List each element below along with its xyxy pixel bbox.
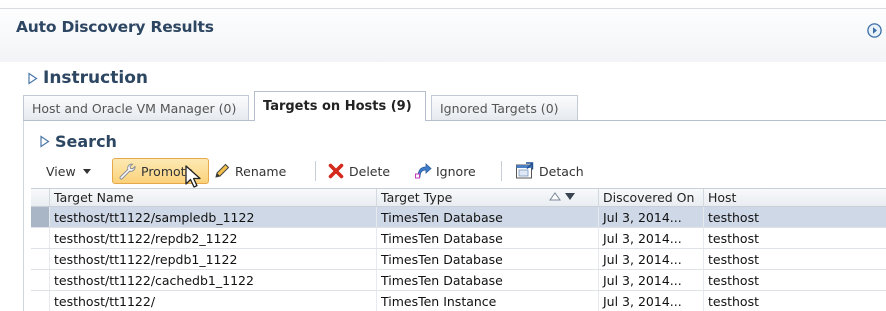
- row-selector[interactable]: [31, 228, 49, 248]
- detach-button[interactable]: Detach: [515, 158, 584, 184]
- target-type-cell: TimesTen Instance: [376, 291, 598, 311]
- table-row[interactable]: testhost/tt1122/cachedb1_1122 TimesTen D…: [31, 270, 886, 291]
- delete-label: Delete: [349, 163, 391, 179]
- host-cell: testhost: [703, 228, 886, 248]
- column-header-discovered-on[interactable]: Discovered On: [598, 189, 703, 206]
- discovered-on-cell: Jul 3, 2014...: [598, 270, 703, 290]
- tab-ignored-targets[interactable]: Ignored Targets (0): [431, 95, 578, 120]
- search-section-toggle[interactable]: Search: [38, 132, 117, 151]
- detach-window-icon: [516, 162, 534, 179]
- detach-label: Detach: [539, 163, 584, 179]
- target-type-cell: TimesTen Database: [376, 207, 598, 227]
- sort-ascending-icon[interactable]: [549, 192, 561, 201]
- search-label: Search: [55, 132, 117, 151]
- ignore-arrow-icon: [415, 163, 432, 179]
- discovered-on-cell: Jul 3, 2014...: [598, 207, 703, 227]
- row-selector[interactable]: [31, 207, 49, 227]
- toolbar-separator: [315, 161, 316, 181]
- table-toolbar: View Promote Rename Delete Ignore Detach: [31, 156, 886, 186]
- table-row[interactable]: testhost/tt1122/ TimesTen Instance Jul 3…: [31, 291, 886, 311]
- target-type-cell: TimesTen Database: [376, 228, 598, 248]
- header-divider: [0, 8, 886, 9]
- toolbar-separator: [501, 161, 502, 181]
- delete-button[interactable]: Delete: [327, 158, 390, 184]
- tab-bar: Host and Oracle VM Manager (0) Targets o…: [23, 91, 886, 121]
- expand-arrow-icon: [28, 71, 38, 85]
- page-title: Auto Discovery Results: [16, 18, 214, 36]
- table-row[interactable]: testhost/tt1122/repdb2_1122 TimesTen Dat…: [31, 228, 886, 249]
- host-cell: testhost: [703, 249, 886, 269]
- tab-targets-on-hosts[interactable]: Targets on Hosts (9): [254, 91, 426, 121]
- targets-table: Target Name Target Type Discovered On Ho…: [31, 188, 886, 311]
- rename-label: Rename: [235, 163, 287, 179]
- ignore-label: Ignore: [436, 163, 476, 179]
- sort-controls: [549, 192, 576, 201]
- instruction-section-toggle[interactable]: Instruction: [26, 68, 148, 88]
- delete-x-icon: [328, 163, 344, 179]
- target-name-cell: testhost/tt1122/cachedb1_1122: [49, 270, 376, 290]
- row-selector[interactable]: [31, 291, 49, 311]
- wrench-icon: [119, 163, 136, 180]
- expand-arrow-icon: [40, 135, 50, 148]
- sort-descending-icon[interactable]: [564, 192, 576, 201]
- tab-host-oracle-vm[interactable]: Host and Oracle VM Manager (0): [23, 95, 249, 120]
- host-cell: testhost: [703, 207, 886, 227]
- chevron-down-icon: [82, 168, 91, 174]
- discovered-on-cell: Jul 3, 2014...: [598, 228, 703, 248]
- view-label: View: [46, 163, 76, 179]
- mouse-pointer-icon: [185, 165, 201, 188]
- row-selector[interactable]: [31, 249, 49, 269]
- rename-button[interactable]: Rename: [213, 158, 286, 184]
- discovered-on-cell: Jul 3, 2014...: [598, 291, 703, 311]
- host-cell: testhost: [703, 291, 886, 311]
- target-name-cell: testhost/tt1122/sampledb_1122: [49, 207, 376, 227]
- discovered-on-cell: Jul 3, 2014...: [598, 249, 703, 269]
- collapse-panel-icon[interactable]: [867, 23, 882, 38]
- table-header-row: Target Name Target Type Discovered On Ho…: [31, 188, 886, 207]
- instruction-label: Instruction: [43, 68, 148, 88]
- row-selector-header: [31, 189, 49, 206]
- table-row[interactable]: testhost/tt1122/repdb1_1122 TimesTen Dat…: [31, 249, 886, 270]
- target-type-cell: TimesTen Database: [376, 270, 598, 290]
- column-header-host[interactable]: Host: [703, 189, 886, 206]
- host-cell: testhost: [703, 270, 886, 290]
- row-selector[interactable]: [31, 270, 49, 290]
- target-name-cell: testhost/tt1122/repdb1_1122: [49, 249, 376, 269]
- target-name-cell: testhost/tt1122/repdb2_1122: [49, 228, 376, 248]
- pencil-icon: [215, 163, 230, 178]
- column-header-target-name[interactable]: Target Name: [49, 189, 376, 206]
- page-header: Auto Discovery Results: [0, 0, 886, 62]
- target-name-cell: testhost/tt1122/: [49, 291, 376, 311]
- view-menu-button[interactable]: View: [46, 158, 91, 184]
- target-type-cell: TimesTen Database: [376, 249, 598, 269]
- table-row[interactable]: testhost/tt1122/sampledb_1122 TimesTen D…: [31, 207, 886, 228]
- ignore-button[interactable]: Ignore: [414, 158, 476, 184]
